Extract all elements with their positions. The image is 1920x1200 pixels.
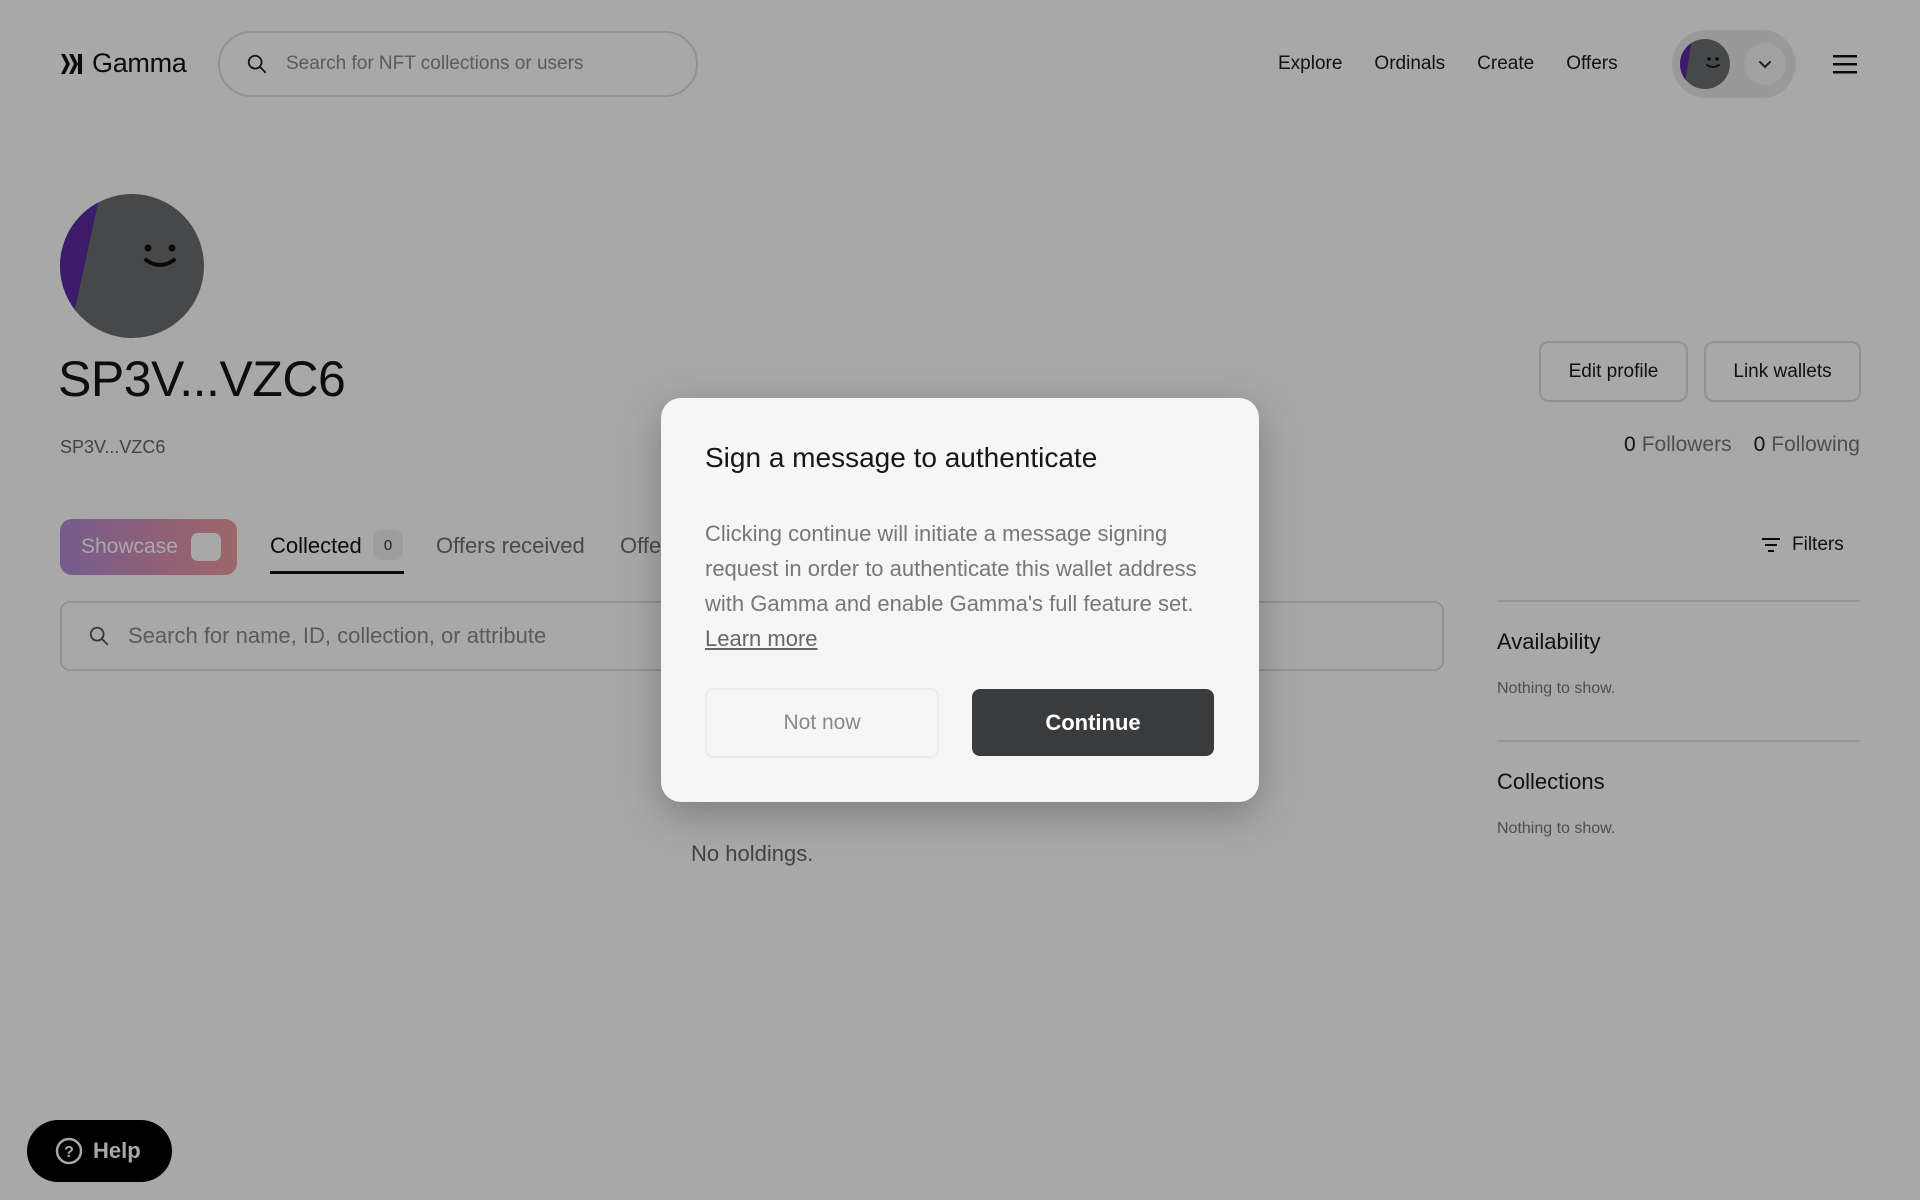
- continue-button[interactable]: Continue: [972, 689, 1214, 756]
- not-now-button[interactable]: Not now: [705, 688, 939, 758]
- modal-body-text: Clicking continue will initiate a messag…: [705, 521, 1197, 616]
- modal-body: Clicking continue will initiate a messag…: [705, 516, 1225, 656]
- auth-modal: Sign a message to authenticate Clicking …: [661, 398, 1259, 802]
- learn-more-link[interactable]: Learn more: [705, 626, 818, 651]
- modal-title: Sign a message to authenticate: [705, 442, 1098, 473]
